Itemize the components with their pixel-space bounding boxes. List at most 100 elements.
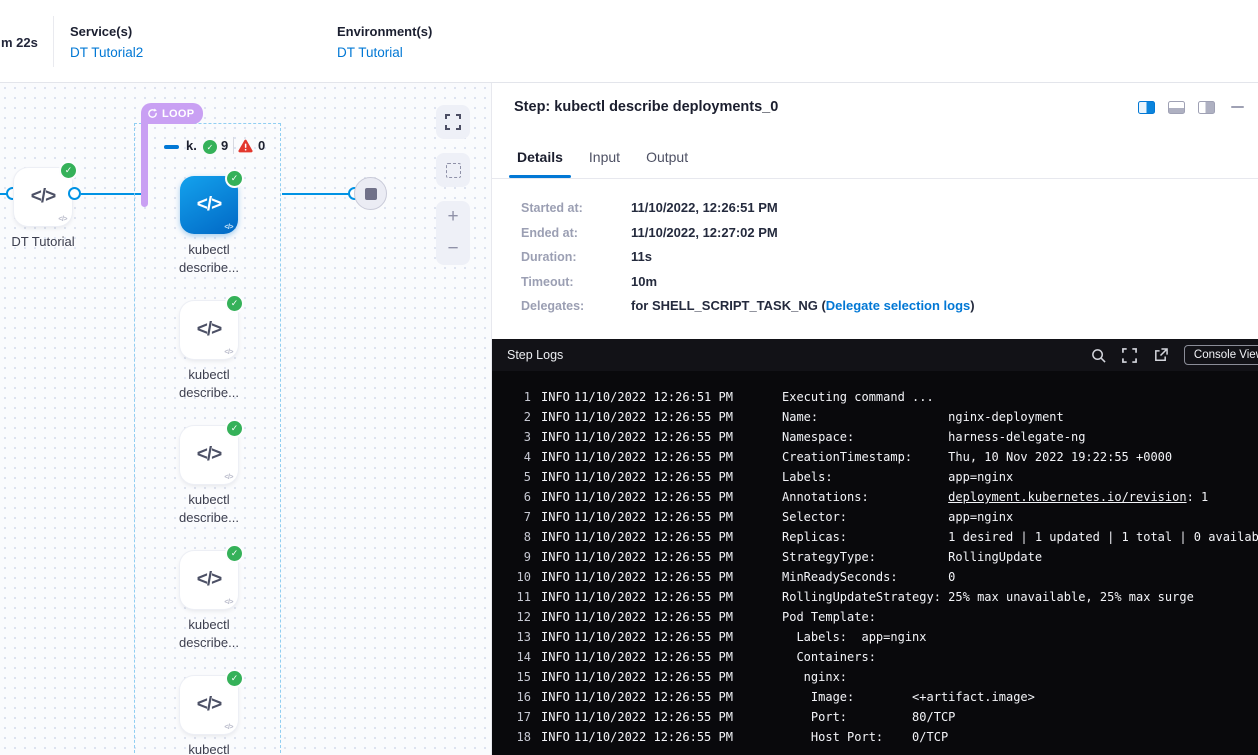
canvas-zoom-controls: + − <box>436 201 470 265</box>
log-console[interactable]: 1 INFO 11/10/2022 12:26:51 PM Executing … <box>492 371 1258 755</box>
console-view-button[interactable]: Console View <box>1184 345 1258 365</box>
node-port-icon[interactable] <box>68 187 81 200</box>
log-message: Namespace: harness-delegate-ng <box>782 427 1085 447</box>
pipeline-step-node[interactable]: </> </> ✓ <box>180 426 238 484</box>
detail-row: Delegates: for SHELL_SCRIPT_TASK_NG (Del… <box>521 298 1258 314</box>
log-message: Labels: app=nginx <box>782 627 927 647</box>
log-line-number: 2 <box>516 407 531 427</box>
stop-icon <box>365 188 377 200</box>
step-details-panel: Step: kubectl describe deployments_0 Det… <box>491 83 1258 755</box>
log-level: INFO <box>541 547 571 567</box>
group-count-divider <box>233 137 234 154</box>
pipeline-step-node[interactable]: </> </> ✓ <box>180 676 238 734</box>
log-line: 10 INFO 11/10/2022 12:26:55 PM MinReadyS… <box>516 567 1258 587</box>
log-timestamp: 11/10/2022 12:26:55 PM <box>574 467 737 487</box>
pipeline-graph-canvas[interactable]: </> </> ✓ DT Tutorial LOOP k. ✓ 9 <box>0 83 491 755</box>
services-link[interactable]: DT Tutorial2 <box>70 45 143 60</box>
success-badge-icon: ✓ <box>225 419 244 438</box>
detail-row: Timeout: 10m <box>521 274 1258 290</box>
zoom-in-button[interactable]: + <box>436 201 470 233</box>
zoom-out-button[interactable]: − <box>436 233 470 265</box>
detail-row: Duration: 11s <box>521 249 1258 265</box>
right-view-icon[interactable] <box>1198 101 1215 114</box>
pipeline-step-node[interactable]: </> </> ✓ <box>180 551 238 609</box>
log-line-number: 12 <box>516 607 531 627</box>
pipeline-step-node[interactable]: </> </> ✓ <box>180 301 238 359</box>
detail-label: Started at: <box>521 200 631 216</box>
minimize-icon[interactable] <box>1231 106 1244 109</box>
log-message: nginx: <box>782 667 847 687</box>
detail-label: Ended at: <box>521 225 631 241</box>
log-level: INFO <box>541 587 571 607</box>
log-timestamp: 11/10/2022 12:26:55 PM <box>574 447 737 467</box>
script-corner-icon: </> <box>224 474 233 481</box>
group-success-icon: ✓ <box>203 140 217 154</box>
log-level: INFO <box>541 487 571 507</box>
log-line: 5 INFO 11/10/2022 12:26:55 PM Labels: ap… <box>516 467 1258 487</box>
log-line-number: 3 <box>516 427 531 447</box>
log-line: 11 INFO 11/10/2022 12:26:55 PM RollingUp… <box>516 587 1258 607</box>
step-label: kubectl describe... <box>149 366 269 402</box>
script-corner-icon: </> <box>58 216 67 223</box>
script-corner-icon: </> <box>224 599 233 606</box>
detail-value: 10m <box>631 274 657 290</box>
log-line-number: 9 <box>516 547 531 567</box>
log-level: INFO <box>541 607 571 627</box>
collapse-group-button[interactable] <box>164 145 179 149</box>
log-message: Annotations: deployment.kubernetes.io/re… <box>782 487 1208 507</box>
success-badge-icon: ✓ <box>225 169 244 188</box>
pipeline-step-node[interactable]: </> </> ✓ <box>180 176 238 234</box>
step-label-line2: describe... <box>149 509 269 527</box>
log-level: INFO <box>541 687 571 707</box>
services-label: Service(s) <box>70 24 143 39</box>
log-timestamp: 11/10/2022 12:26:51 PM <box>574 387 737 407</box>
log-open-new-button[interactable] <box>1153 348 1168 363</box>
log-line: 12 INFO 11/10/2022 12:26:55 PM Pod Templ… <box>516 607 1258 627</box>
log-line-number: 15 <box>516 667 531 687</box>
log-message: CreationTimestamp: Thu, 10 Nov 2022 19:2… <box>782 447 1172 467</box>
loop-badge[interactable]: LOOP <box>141 103 203 124</box>
fullscreen-icon <box>1122 348 1137 363</box>
execution-header-bar: m 22s Service(s) DT Tutorial2 Environmen… <box>0 0 1258 83</box>
log-level: INFO <box>541 467 571 487</box>
canvas-fullscreen-button[interactable] <box>436 105 470 139</box>
step-logs-title: Step Logs <box>507 348 563 362</box>
log-timestamp: 11/10/2022 12:26:55 PM <box>574 487 737 507</box>
log-toolbar: Console View <box>1091 345 1258 365</box>
log-message: Containers: <box>782 647 876 667</box>
bottom-view-icon[interactable] <box>1168 101 1185 114</box>
panel-layout-controls <box>1138 101 1244 114</box>
log-fullscreen-button[interactable] <box>1122 348 1137 363</box>
tab-input[interactable]: Input <box>589 149 620 178</box>
log-line-number: 10 <box>516 567 531 587</box>
tab-details[interactable]: Details <box>517 149 563 178</box>
split-view-icon[interactable] <box>1138 101 1155 114</box>
loop-badge-label: LOOP <box>162 108 194 120</box>
delegate-selection-logs-link[interactable]: Delegate selection logs <box>826 298 971 313</box>
success-badge-icon: ✓ <box>225 669 244 688</box>
start-step-node[interactable]: </> </> ✓ <box>14 168 72 226</box>
script-step-icon: </> <box>197 194 221 216</box>
log-line: 4 INFO 11/10/2022 12:26:55 PM CreationTi… <box>516 447 1258 467</box>
script-step-icon: </> <box>197 694 221 716</box>
log-annotation-link[interactable]: deployment.kubernetes.io/revision <box>948 490 1186 504</box>
pipeline-end-node[interactable] <box>354 177 387 210</box>
log-message: RollingUpdateStrategy: 25% max unavailab… <box>782 587 1194 607</box>
log-message: Executing command ... <box>782 387 934 407</box>
log-line-number: 17 <box>516 707 531 727</box>
log-timestamp: 11/10/2022 12:26:55 PM <box>574 727 737 747</box>
group-error-count: 0 <box>258 138 265 153</box>
environments-link[interactable]: DT Tutorial <box>337 45 432 60</box>
detail-value: 11/10/2022, 12:27:02 PM <box>631 225 778 241</box>
step-title: Step: kubectl describe deployments_0 <box>514 99 778 115</box>
log-timestamp: 11/10/2022 12:26:55 PM <box>574 407 737 427</box>
log-search-button[interactable] <box>1091 348 1106 363</box>
detail-row: Ended at: 11/10/2022, 12:27:02 PM <box>521 225 1258 241</box>
step-panel-header: Step: kubectl describe deployments_0 <box>492 83 1258 131</box>
tab-output[interactable]: Output <box>646 149 688 178</box>
log-timestamp: 11/10/2022 12:26:55 PM <box>574 667 737 687</box>
log-level: INFO <box>541 667 571 687</box>
script-step-icon: </> <box>197 319 221 341</box>
canvas-fit-selection-button[interactable] <box>436 153 470 187</box>
log-message: Pod Template: <box>782 607 876 627</box>
